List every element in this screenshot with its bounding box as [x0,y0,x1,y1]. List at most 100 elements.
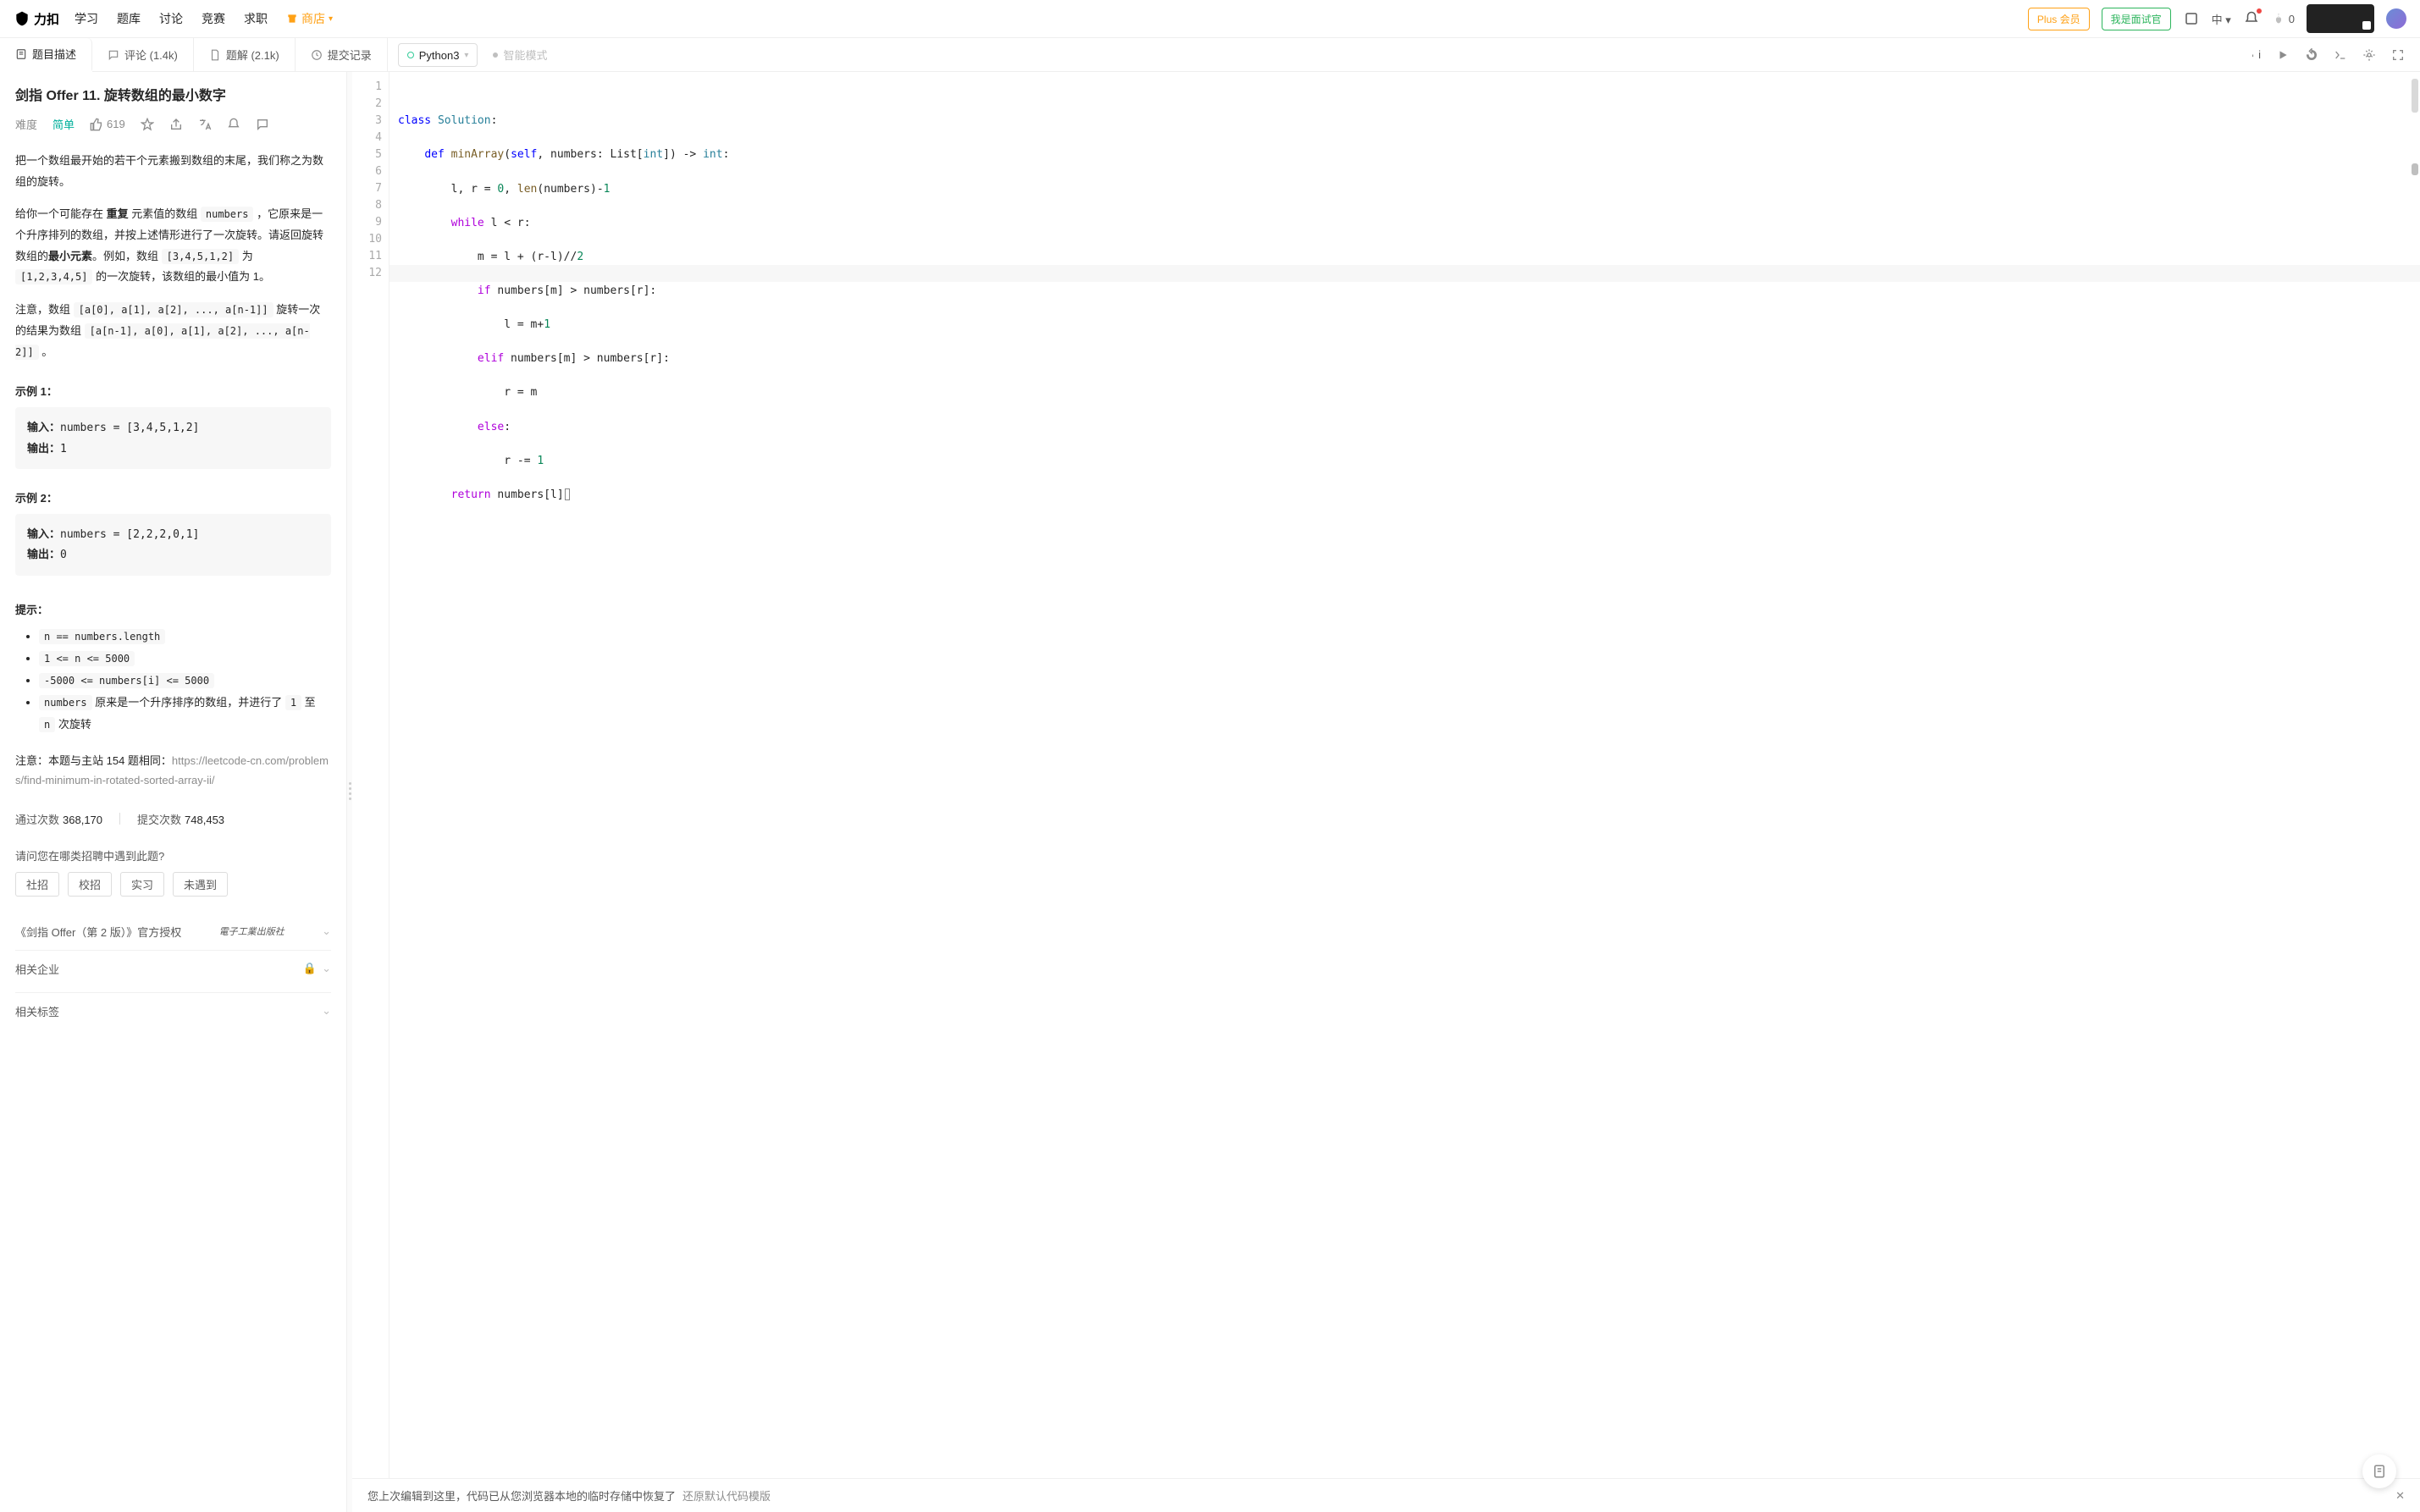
video-pip[interactable] [2307,4,2374,33]
terminal-icon[interactable] [2334,48,2347,62]
note-icon [2372,1464,2387,1479]
fullscreen-icon[interactable] [2391,48,2405,62]
logo[interactable]: 力扣 [14,10,59,28]
related-company-row[interactable]: 相关企业 🔒⌄ [15,950,331,987]
hint-item: 1 <= n <= 5000 [39,648,331,670]
language-switch[interactable]: 中 ▾ [2212,11,2231,27]
line-gutter: 123456789101112 [352,72,390,1512]
note-prefix: 注意：本题与主站 154 题相同： [15,754,172,767]
close-icon[interactable]: ✕ [2395,1489,2405,1503]
restore-notice: 您上次编辑到这里，代码已从您浏览器本地的临时存储中恢复了 还原默认代码模版 ✕ [352,1478,2420,1512]
restore-default-link[interactable]: 还原默认代码模版 [682,1487,771,1504]
logo-text: 力扣 [34,10,59,28]
nav-store-label: 商店 [301,10,325,27]
nav-contest[interactable]: 竞赛 [202,10,225,27]
tab-comments-label: 评论 (1.4k) [124,47,178,63]
encounter-question: 请问您在哪类招聘中遇到此题? [15,847,331,864]
nav-problems[interactable]: 题库 [117,10,141,27]
tab-bar: 题目描述 评论 (1.4k) 题解 (2.1k) 提交记录 Python3 ▾ … [0,38,2420,72]
settings-icon[interactable] [2362,48,2376,62]
feedback-icon[interactable] [256,118,269,131]
book-label: 《剑指 Offer（第 2 版）》官方授权 [15,924,181,940]
nav-store[interactable]: 商店 ▾ [286,10,333,27]
desc-p2: 给你一个可能存在 重复 元素值的数组 numbers ，它原来是一个升序排列的数… [15,204,331,288]
cursor [565,488,570,500]
editor-panel: 123456789101112 class Solution: def minA… [352,72,2420,1512]
streak-count[interactable]: 0 [2272,12,2295,25]
hints-title: 提示： [15,601,331,617]
like-count: 619 [107,118,125,130]
info-icon[interactable]: i [2247,48,2261,62]
chevron-down-icon: ▾ [464,51,468,60]
run-icon[interactable] [2276,48,2290,62]
main-split: 剑指 Offer 11. 旋转数组的最小数字 难度 简单 619 把一个数组最开… [0,72,2420,1512]
help-fab[interactable] [2362,1454,2396,1488]
notification-icon[interactable] [2243,10,2260,27]
language-dot-icon [407,52,414,58]
interviewer-button[interactable]: 我是面试官 [2102,8,2171,30]
chip-intern[interactable]: 实习 [120,872,164,897]
tab-comments[interactable]: 评论 (1.4k) [92,38,194,71]
hint-item: -5000 <= numbers[i] <= 5000 [39,670,331,692]
smart-mode-toggle[interactable]: 智能模式 [493,38,547,71]
submit-count: 提交次数748,453 [137,811,224,827]
chevron-down-icon: ⌄ [322,924,331,938]
book-authorization-row[interactable]: 《剑指 Offer（第 2 版）》官方授权 電子工業出版社 ⌄ [15,919,331,945]
editor-actions: i [2247,38,2420,71]
hints-section: 提示： n == numbers.length 1 <= n <= 5000 -… [15,601,331,736]
top-nav: 力扣 学习 题库 讨论 竞赛 求职 商店 ▾ Plus 会员 我是面试官 中 ▾… [0,0,2420,38]
related-company-label: 相关企业 [15,961,59,977]
plus-button[interactable]: Plus 会员 [2028,8,2090,30]
example2-title: 示例 2： [15,489,331,505]
history-icon [311,49,323,61]
problem-title: 剑指 Offer 11. 旋转数组的最小数字 [15,84,331,104]
description-panel: 剑指 Offer 11. 旋转数组的最小数字 难度 简单 619 把一个数组最开… [0,72,347,1512]
bell-icon[interactable] [227,118,240,131]
language-select[interactable]: Python3 ▾ [398,43,478,67]
minimap-scroll[interactable] [2410,79,2418,231]
code-area[interactable]: class Solution: def minArray(self, numbe… [390,72,2420,1512]
solution-icon [209,49,221,61]
pass-count: 通过次数368,170 [15,811,102,827]
desc-p3: 注意，数组 [a[0], a[1], a[2], ..., a[n-1]] 旋转… [15,300,331,362]
chevron-down-icon: ⌄ [322,1004,331,1018]
tab-submissions-label: 提交记录 [328,47,372,63]
share-icon[interactable] [169,118,183,131]
nav-learn[interactable]: 学习 [75,10,98,27]
streak-number: 0 [2289,13,2295,25]
tab-submissions[interactable]: 提交记录 [296,38,388,71]
smart-mode-dot [493,52,498,58]
star-icon[interactable] [141,118,154,131]
user-avatar[interactable] [2386,8,2406,29]
related-tags-row[interactable]: 相关标签 ⌄ [15,992,331,1029]
example1-title: 示例 1： [15,383,331,399]
reset-icon[interactable] [2305,48,2318,62]
nav-jobs[interactable]: 求职 [244,10,268,27]
code-editor[interactable]: 123456789101112 class Solution: def minA… [352,72,2420,1512]
stats-row: 通过次数368,170 提交次数748,453 [15,811,331,827]
thumbs-up-icon [90,118,103,131]
like-button[interactable]: 619 [90,118,125,131]
comment-icon [108,49,119,61]
tab-solutions[interactable]: 题解 (2.1k) [194,38,296,71]
store-icon [286,13,298,25]
playground-icon[interactable] [2183,10,2200,27]
hint-item: numbers 原来是一个升序排序的数组，并进行了 1 至 n 次旋转 [39,692,331,736]
lock-icon: 🔒 [303,962,317,974]
translate-icon[interactable] [198,118,212,131]
nav-right: Plus 会员 我是面试官 中 ▾ 0 [2028,4,2406,33]
tab-solutions-label: 题解 (2.1k) [226,47,279,63]
tab-description[interactable]: 题目描述 [0,38,92,71]
chip-none[interactable]: 未遇到 [173,872,228,897]
chip-campus[interactable]: 校招 [68,872,112,897]
publisher-logo: 電子工業出版社 [219,924,285,938]
problem-meta: 难度 简单 619 [15,116,331,132]
chip-social[interactable]: 社招 [15,872,59,897]
tab-description-label: 题目描述 [32,46,76,62]
encounter-chips: 社招 校招 实习 未遇到 [15,872,331,897]
desc-p1: 把一个数组最开始的若干个元素搬到数组的末尾，我们称之为数组的旋转。 [15,151,331,192]
difficulty-value: 简单 [52,116,75,132]
fire-icon [2272,12,2285,25]
notice-text: 您上次编辑到这里，代码已从您浏览器本地的临时存储中恢复了 [367,1487,676,1504]
nav-discuss[interactable]: 讨论 [159,10,183,27]
